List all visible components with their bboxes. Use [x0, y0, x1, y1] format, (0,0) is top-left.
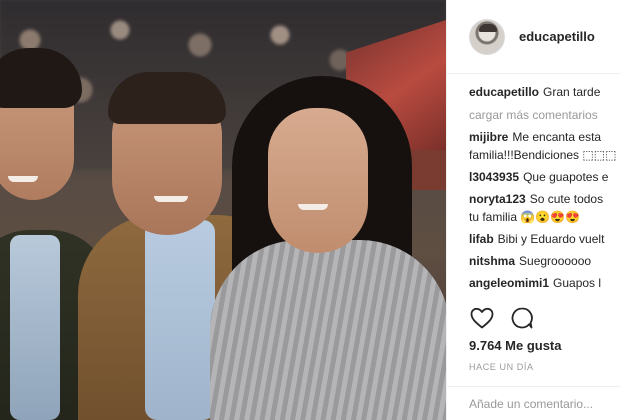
comment-text: So cute todos	[529, 192, 604, 206]
comment-text: familia!!!Bendiciones ⬚⬚⬚	[469, 148, 617, 162]
add-comment-bar	[447, 386, 620, 420]
comment-text: Suegroooooo	[519, 254, 592, 268]
comment-input[interactable]	[469, 396, 619, 411]
heart-icon[interactable]	[469, 305, 495, 331]
person-center-shirt	[145, 220, 215, 420]
comment-text: Me encanta esta	[512, 130, 602, 144]
comment-username[interactable]: nitshma	[469, 254, 515, 268]
comment-username[interactable]: l3043935	[469, 170, 519, 184]
post-caption: educapetillo Gran tarde	[469, 83, 620, 101]
comment-item-continuation: tu familia 😱😮😍😍	[469, 208, 620, 226]
avatar[interactable]	[469, 18, 505, 55]
comment-item: nitshma Suegroooooo	[469, 252, 620, 270]
post-timestamp[interactable]: HACE UN DÍA	[469, 362, 534, 372]
comment-username[interactable]: mijibre	[469, 130, 508, 144]
comment-item: l3043935 Que guapotes e	[469, 168, 620, 186]
comment-username[interactable]: angeleomimi1	[469, 276, 549, 290]
comment-text: tu familia 😱😮😍😍	[469, 210, 581, 224]
comment-text: Bibi y Eduardo vuelt	[497, 232, 605, 246]
post-actions	[469, 303, 535, 333]
load-more-comments-link[interactable]: cargar más comentarios	[469, 106, 620, 124]
post-header: educapetillo	[447, 0, 620, 74]
caption-username[interactable]: educapetillo	[469, 85, 539, 99]
comment-item: noryta123 So cute todos	[469, 190, 620, 208]
comment-username[interactable]: noryta123	[469, 192, 526, 206]
person-left-smile	[8, 176, 38, 182]
comment-item: mijibre Me encanta esta	[469, 128, 620, 146]
comment-item-continuation: familia!!!Bendiciones ⬚⬚⬚	[469, 146, 620, 164]
person-center-smile	[154, 196, 188, 202]
comment-item: lifab Bibi y Eduardo vuelt	[469, 230, 620, 248]
person-right-face	[268, 108, 368, 253]
comment-text: Que guapotes e	[523, 170, 609, 184]
person-right-smile	[298, 204, 328, 210]
person-center-hair	[108, 72, 226, 124]
person-left-shirt	[10, 235, 60, 420]
caption-text: Gran tarde	[543, 85, 601, 99]
post-photo[interactable]	[0, 0, 446, 420]
comment-username[interactable]: lifab	[469, 232, 494, 246]
comment-text: Guapos l	[553, 276, 602, 290]
comments-list: educapetillo Gran tarde cargar más coment…	[447, 74, 620, 299]
post-side-panel: educapetillo educapetillo Gran tarde carg…	[446, 0, 620, 420]
person-right-sweater	[210, 240, 446, 420]
comment-icon[interactable]	[509, 305, 535, 331]
comments-fade	[447, 289, 620, 299]
likes-count[interactable]: 9.764 Me gusta	[469, 338, 562, 353]
post-author-username[interactable]: educapetillo	[519, 29, 595, 44]
